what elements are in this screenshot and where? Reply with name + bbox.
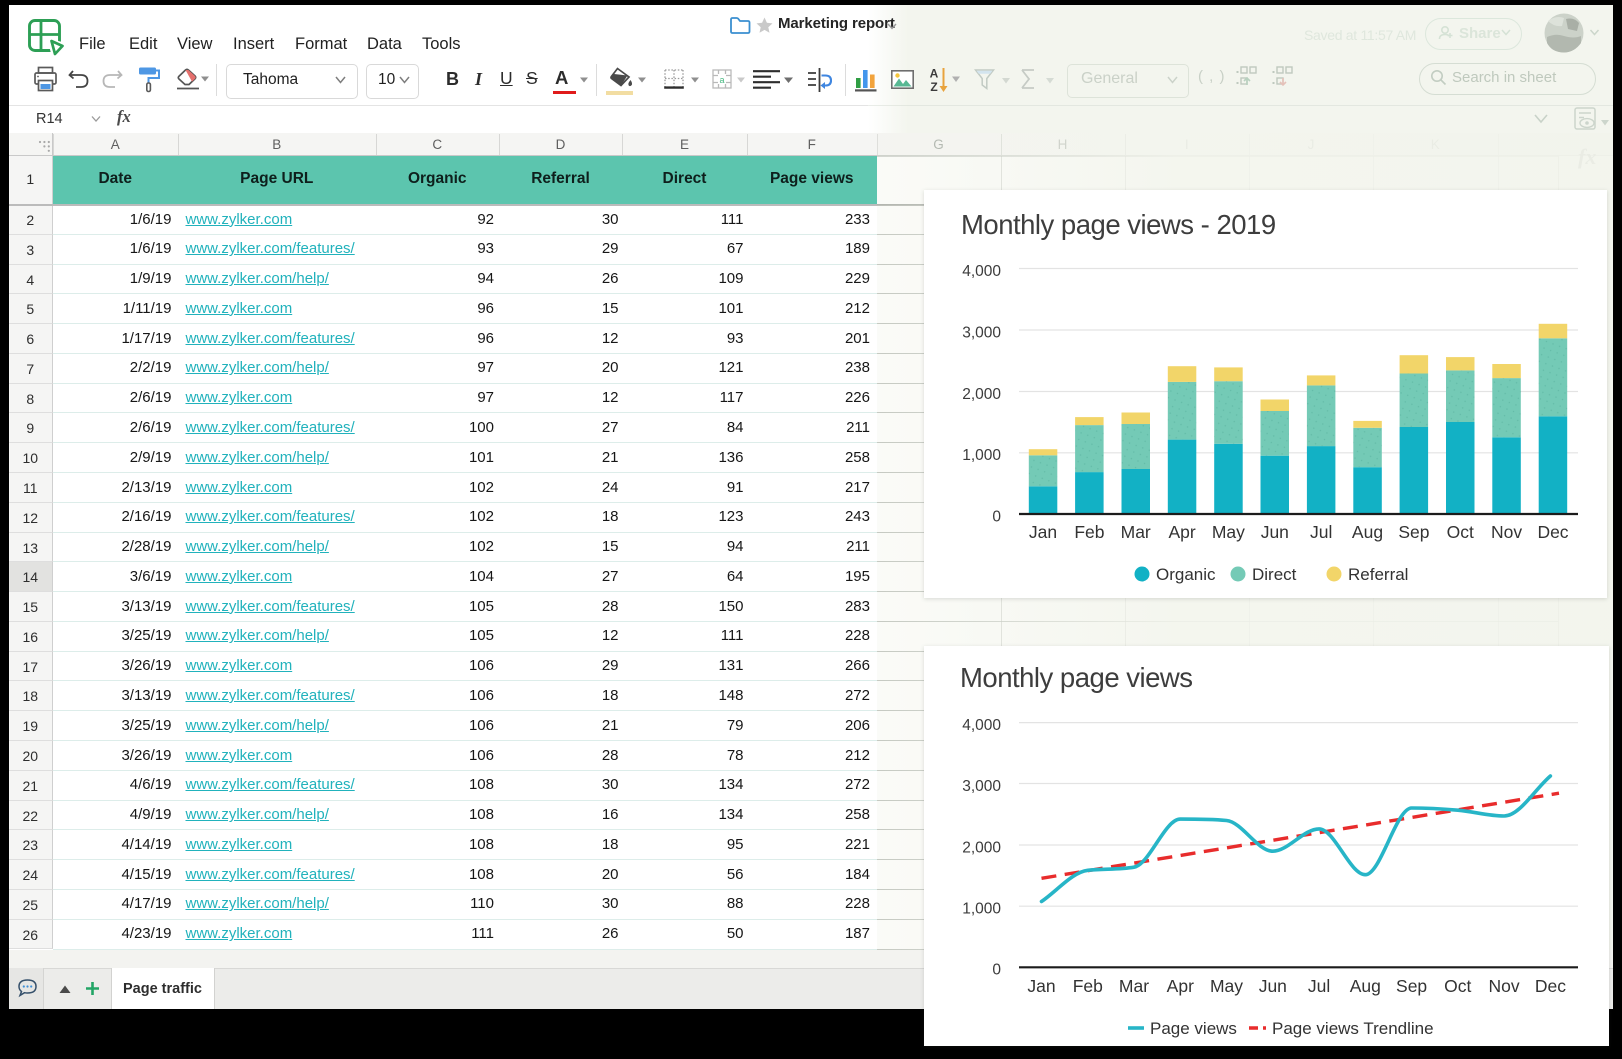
svg-text:4,000: 4,000 (962, 717, 1001, 734)
svg-text:Jun: Jun (1261, 522, 1289, 542)
svg-text:Nov: Nov (1491, 522, 1522, 542)
svg-text:Mar: Mar (1119, 976, 1149, 996)
svg-text:May: May (1210, 976, 1243, 996)
svg-text:Organic: Organic (1156, 565, 1216, 584)
svg-text:Jul: Jul (1310, 522, 1332, 542)
svg-text:Page views: Page views (1150, 1019, 1237, 1038)
svg-text:A: A (930, 67, 939, 81)
svg-text:Monthly page views - 2019: Monthly page views - 2019 (961, 209, 1276, 240)
svg-text:1,000: 1,000 (962, 901, 1001, 918)
svg-text:Jul: Jul (1308, 976, 1330, 996)
svg-text:Jan: Jan (1027, 976, 1055, 996)
svg-text:May: May (1212, 522, 1245, 542)
svg-text:2,000: 2,000 (962, 386, 1001, 403)
svg-text:4,000: 4,000 (962, 263, 1001, 280)
svg-text:Dec: Dec (1535, 976, 1566, 996)
svg-text:Nov: Nov (1489, 976, 1520, 996)
svg-text:Mar: Mar (1121, 522, 1151, 542)
svg-text:Dec: Dec (1537, 522, 1568, 542)
svg-text:2,000: 2,000 (962, 839, 1001, 856)
svg-text:Monthly page views: Monthly page views (960, 662, 1193, 693)
svg-text:Oct: Oct (1444, 976, 1471, 996)
svg-text:Feb: Feb (1074, 522, 1104, 542)
svg-text:3,000: 3,000 (962, 778, 1001, 795)
svg-text:Sep: Sep (1398, 522, 1429, 542)
svg-text:Apr: Apr (1168, 522, 1195, 542)
svg-text:Aug: Aug (1352, 522, 1383, 542)
svg-text:Jun: Jun (1259, 976, 1287, 996)
svg-text:Sep: Sep (1396, 976, 1427, 996)
svg-text:Apr: Apr (1167, 976, 1194, 996)
svg-text:a: a (719, 75, 724, 85)
svg-text:Aug: Aug (1350, 976, 1381, 996)
svg-text:Oct: Oct (1447, 522, 1474, 542)
svg-text:1,000: 1,000 (962, 447, 1001, 464)
svg-text:Z: Z (930, 80, 937, 93)
svg-text:3,000: 3,000 (962, 324, 1001, 341)
svg-text:0: 0 (992, 508, 1001, 525)
svg-text:Feb: Feb (1073, 976, 1103, 996)
svg-text:Referral: Referral (1348, 565, 1408, 584)
svg-text:0: 0 (992, 962, 1001, 979)
svg-text:Direct: Direct (1252, 565, 1297, 584)
svg-text:Jan: Jan (1029, 522, 1057, 542)
svg-text:Page views Trendline: Page views Trendline (1272, 1019, 1434, 1038)
